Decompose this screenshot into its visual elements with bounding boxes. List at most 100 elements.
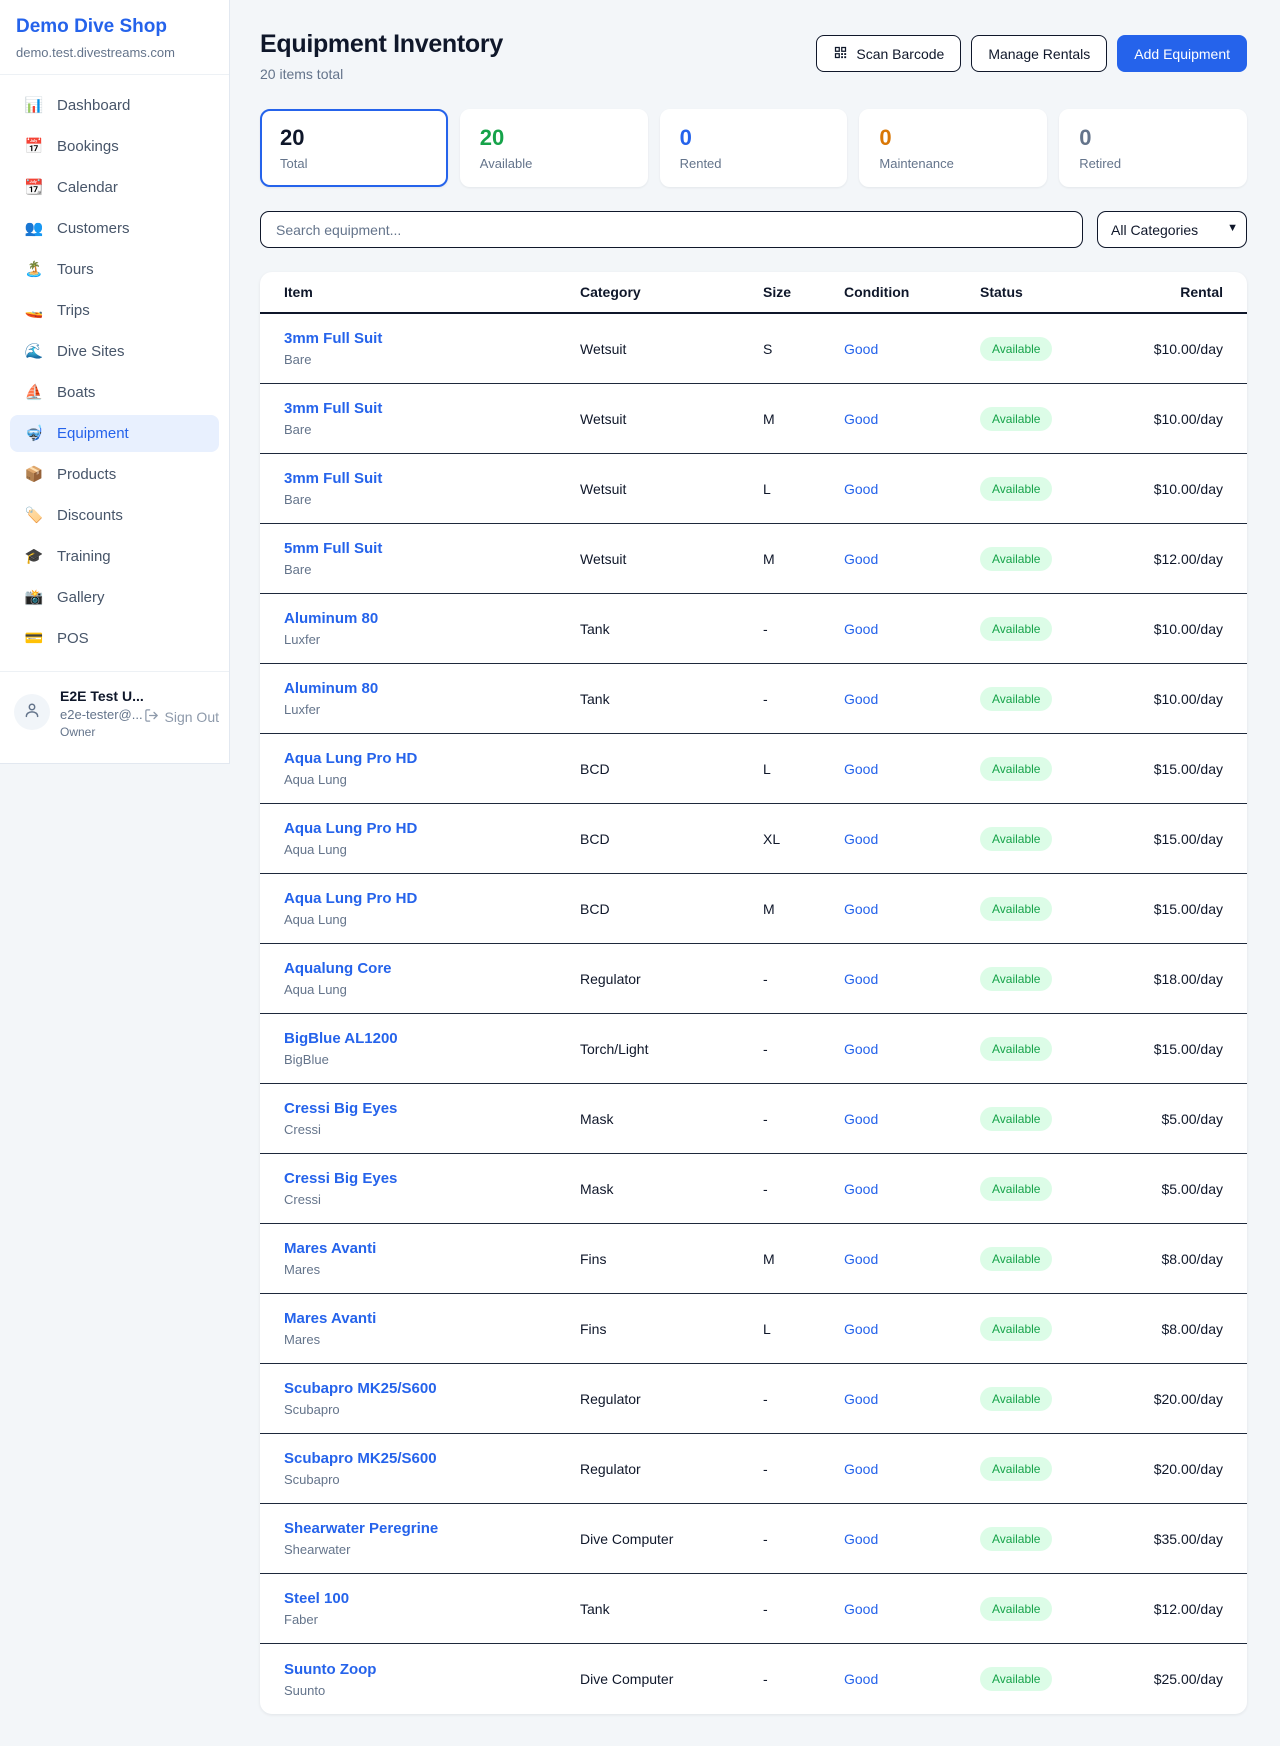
item-name-link[interactable]: Aqua Lung Pro HD <box>284 890 580 907</box>
sidebar-item-equipment[interactable]: 🤿 Equipment <box>10 415 219 452</box>
scan-barcode-button[interactable]: Scan Barcode <box>816 35 961 72</box>
item-condition-link[interactable]: Good <box>844 411 980 427</box>
sign-out-label: Sign Out <box>165 709 219 725</box>
stat-card-retired[interactable]: 0 Retired <box>1059 109 1247 187</box>
item-category: Wetsuit <box>580 341 763 357</box>
item-condition-link[interactable]: Good <box>844 761 980 777</box>
item-condition-link[interactable]: Good <box>844 621 980 637</box>
item-name-link[interactable]: Steel 100 <box>284 1590 580 1607</box>
stat-card-rented[interactable]: 0 Rented <box>660 109 848 187</box>
item-category: Tank <box>580 1601 763 1617</box>
item-rental: $18.00/day <box>1130 971 1223 987</box>
stat-card-available[interactable]: 20 Available <box>460 109 648 187</box>
item-brand: Luxfer <box>284 702 580 717</box>
sidebar-item-label: Equipment <box>57 425 129 442</box>
sidebar-item-dive-sites[interactable]: 🌊 Dive Sites <box>10 333 219 370</box>
brand-title[interactable]: Demo Dive Shop <box>16 16 213 38</box>
table-row: Cressi Big Eyes Cressi Mask - Good Avail… <box>260 1084 1247 1154</box>
stat-card-maintenance[interactable]: 0 Maintenance <box>859 109 1047 187</box>
sidebar-item-discounts[interactable]: 🏷️ Discounts <box>10 497 219 534</box>
item-name-link[interactable]: Scubapro MK25/S600 <box>284 1450 580 1467</box>
item-name-link[interactable]: Cressi Big Eyes <box>284 1100 580 1117</box>
discounts-icon: 🏷️ <box>24 508 44 523</box>
category-select[interactable]: All Categories <box>1097 211 1247 248</box>
item-name-link[interactable]: 5mm Full Suit <box>284 540 580 557</box>
sidebar-user-footer: E2E Test U... e2e-tester@... Owner Sign … <box>0 671 229 757</box>
sidebar-item-products[interactable]: 📦 Products <box>10 456 219 493</box>
item-name-link[interactable]: Aluminum 80 <box>284 610 580 627</box>
item-condition-link[interactable]: Good <box>844 341 980 357</box>
status-filter-cards: 20 Total 20 Available 0 Rented 0 Mainten… <box>260 109 1247 187</box>
dive-sites-icon: 🌊 <box>24 344 44 359</box>
item-name-link[interactable]: BigBlue AL1200 <box>284 1030 580 1047</box>
item-condition-link[interactable]: Good <box>844 901 980 917</box>
table-row: Aqua Lung Pro HD Aqua Lung BCD M Good Av… <box>260 874 1247 944</box>
item-name-link[interactable]: Aqua Lung Pro HD <box>284 750 580 767</box>
item-condition-link[interactable]: Good <box>844 691 980 707</box>
item-name-link[interactable]: Mares Avanti <box>284 1310 580 1327</box>
sidebar-item-label: Boats <box>57 384 95 401</box>
table-row: 5mm Full Suit Bare Wetsuit M Good Availa… <box>260 524 1247 594</box>
stat-value: 20 <box>280 125 428 151</box>
sidebar-item-calendar[interactable]: 📆 Calendar <box>10 169 219 206</box>
item-brand: Luxfer <box>284 632 580 647</box>
item-condition-link[interactable]: Good <box>844 1531 980 1547</box>
sidebar-item-label: Trips <box>57 302 90 319</box>
item-size: S <box>763 341 844 357</box>
item-name-link[interactable]: Cressi Big Eyes <box>284 1170 580 1187</box>
item-condition-link[interactable]: Good <box>844 971 980 987</box>
item-name-link[interactable]: Suunto Zoop <box>284 1661 580 1678</box>
sign-out-button[interactable]: Sign Out <box>144 708 219 726</box>
manage-rentals-button[interactable]: Manage Rentals <box>971 35 1107 72</box>
item-condition-link[interactable]: Good <box>844 1181 980 1197</box>
sidebar-item-customers[interactable]: 👥 Customers <box>10 210 219 247</box>
item-condition-link[interactable]: Good <box>844 1321 980 1337</box>
stat-card-total[interactable]: 20 Total <box>260 109 448 187</box>
item-name-link[interactable]: Aluminum 80 <box>284 680 580 697</box>
item-name-link[interactable]: Mares Avanti <box>284 1240 580 1257</box>
sidebar-item-bookings[interactable]: 📅 Bookings <box>10 128 219 165</box>
item-brand: Bare <box>284 492 580 507</box>
equipment-table: ItemCategorySizeConditionStatusRental 3m… <box>260 272 1247 1714</box>
sidebar-item-label: Tours <box>57 261 94 278</box>
sidebar-item-trips[interactable]: 🚤 Trips <box>10 292 219 329</box>
sidebar-item-training[interactable]: 🎓 Training <box>10 538 219 575</box>
item-condition-link[interactable]: Good <box>844 551 980 567</box>
add-equipment-button[interactable]: Add Equipment <box>1117 35 1247 72</box>
item-condition-link[interactable]: Good <box>844 1391 980 1407</box>
item-category: Wetsuit <box>580 481 763 497</box>
item-name-link[interactable]: 3mm Full Suit <box>284 470 580 487</box>
item-brand: Cressi <box>284 1122 580 1137</box>
sidebar-item-label: Products <box>57 466 116 483</box>
search-input[interactable] <box>260 211 1083 248</box>
item-name-link[interactable]: Aqualung Core <box>284 960 580 977</box>
status-badge: Available <box>980 1527 1052 1551</box>
status-badge: Available <box>980 477 1052 501</box>
item-rental: $10.00/day <box>1130 341 1223 357</box>
item-condition-link[interactable]: Good <box>844 1251 980 1267</box>
item-condition-link[interactable]: Good <box>844 1111 980 1127</box>
item-condition-link[interactable]: Good <box>844 481 980 497</box>
item-name-link[interactable]: 3mm Full Suit <box>284 400 580 417</box>
item-condition-link[interactable]: Good <box>844 1671 980 1687</box>
sidebar-item-gallery[interactable]: 📸 Gallery <box>10 579 219 616</box>
user-name: E2E Test U... <box>60 688 134 704</box>
item-condition-link[interactable]: Good <box>844 1041 980 1057</box>
item-name-link[interactable]: Aqua Lung Pro HD <box>284 820 580 837</box>
item-name-link[interactable]: Scubapro MK25/S600 <box>284 1380 580 1397</box>
sidebar-item-label: Dashboard <box>57 97 130 114</box>
sidebar-item-tours[interactable]: 🏝️ Tours <box>10 251 219 288</box>
item-condition-link[interactable]: Good <box>844 1601 980 1617</box>
item-name-link[interactable]: Shearwater Peregrine <box>284 1520 580 1537</box>
sidebar-item-label: Dive Sites <box>57 343 125 360</box>
item-size: - <box>763 691 844 707</box>
stat-value: 0 <box>680 125 828 151</box>
item-name-link[interactable]: 3mm Full Suit <box>284 330 580 347</box>
table-row: BigBlue AL1200 BigBlue Torch/Light - Goo… <box>260 1014 1247 1084</box>
item-condition-link[interactable]: Good <box>844 831 980 847</box>
item-rental: $20.00/day <box>1130 1391 1223 1407</box>
sidebar-item-dashboard[interactable]: 📊 Dashboard <box>10 87 219 124</box>
item-condition-link[interactable]: Good <box>844 1461 980 1477</box>
sidebar-item-pos[interactable]: 💳 POS <box>10 620 219 657</box>
sidebar-item-boats[interactable]: ⛵ Boats <box>10 374 219 411</box>
